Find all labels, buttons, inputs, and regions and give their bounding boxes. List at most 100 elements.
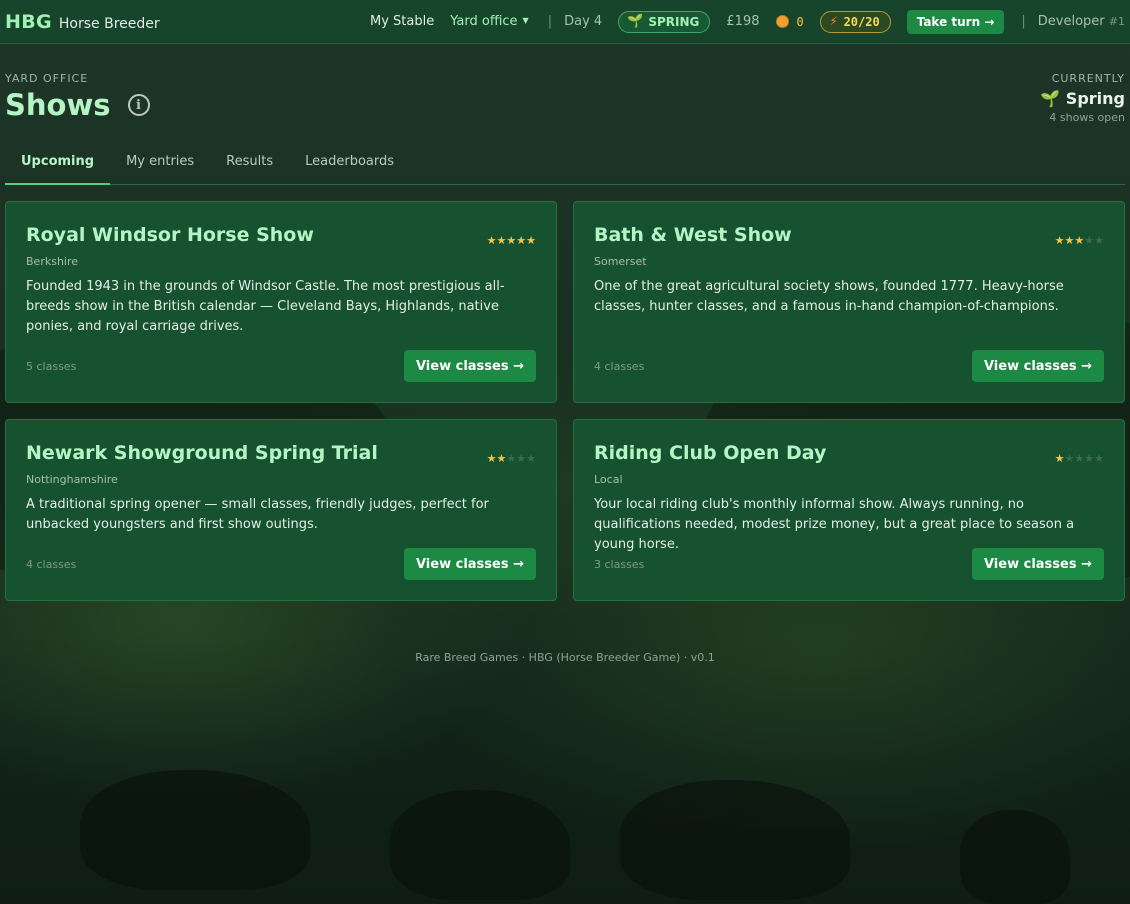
star-filled-icon: ★	[496, 234, 507, 247]
star-filled-icon: ★	[506, 234, 517, 247]
show-card: Newark Showground Spring Trial ★★★★★ Not…	[5, 419, 557, 601]
show-title: Bath & West Show	[594, 224, 792, 246]
star-filled-icon: ★	[526, 234, 536, 247]
show-card-footer: 4 classes View classes →	[594, 350, 1104, 382]
info-icon[interactable]: i	[127, 94, 150, 116]
view-classes-button[interactable]: View classes →	[403, 548, 536, 580]
star-filled-icon: ★	[1064, 234, 1075, 247]
show-region: Somerset	[594, 255, 647, 268]
star-rating: ★★★★★	[487, 452, 536, 465]
nav-separator: |	[1021, 14, 1026, 29]
view-classes-button[interactable]: View classes →	[403, 350, 536, 382]
user-menu[interactable]: Developer #1	[1038, 14, 1125, 29]
star-filled-icon: ★	[1054, 234, 1065, 247]
star-filled-icon: ★	[486, 452, 497, 465]
class-count: 3 classes	[594, 557, 645, 571]
star-empty-icon: ★	[1084, 234, 1095, 247]
tab-leaderboards[interactable]: Leaderboards	[289, 140, 410, 185]
show-card-footer: 4 classes View classes →	[26, 548, 536, 580]
sprout-icon: 🌱	[627, 14, 644, 29]
chevron-down-icon: ▼	[522, 16, 529, 25]
star-empty-icon: ★	[1084, 452, 1095, 465]
view-classes-button[interactable]: View classes →	[971, 350, 1104, 382]
nav-yard-office-label: Yard office	[450, 14, 518, 29]
star-rating: ★★★★★	[1055, 452, 1104, 465]
show-card-header: Riding Club Open Day ★★★★★	[594, 442, 1104, 465]
class-count: 5 classes	[26, 359, 77, 373]
show-card-header: Royal Windsor Horse Show ★★★★★	[26, 224, 536, 247]
brand-name[interactable]: Horse Breeder	[59, 16, 160, 32]
star-filled-icon: ★	[1054, 452, 1065, 465]
coin-icon	[775, 15, 789, 28]
show-description: Founded 1943 in the grounds of Windsor C…	[26, 279, 505, 334]
show-card-header: Newark Showground Spring Trial ★★★★★	[26, 442, 536, 465]
star-rating: ★★★★★	[487, 234, 536, 247]
breadcrumb: YARD OFFICE	[5, 72, 89, 85]
star-empty-icon: ★	[526, 452, 536, 465]
nav-yard-office[interactable]: Yard office ▼	[450, 14, 528, 29]
show-card: Royal Windsor Horse Show ★★★★★ Berkshire…	[5, 201, 557, 403]
star-empty-icon: ★	[1064, 452, 1075, 465]
take-turn-button[interactable]: Take turn →	[906, 9, 1005, 34]
tab-results[interactable]: Results	[210, 140, 289, 185]
shows-open-count: 4 shows open	[1049, 111, 1125, 124]
show-card-grid: Royal Windsor Horse Show ★★★★★ Berkshire…	[0, 185, 1130, 601]
tab-upcoming[interactable]: Upcoming	[5, 140, 111, 185]
class-count: 4 classes	[594, 359, 645, 373]
show-region: Nottinghamshire	[26, 473, 118, 486]
brand-logo[interactable]: HBG	[5, 11, 52, 33]
nav-separator: |	[547, 14, 553, 29]
lightning-icon: ⚡	[829, 14, 838, 29]
day-counter: Day 4	[564, 14, 603, 29]
current-season-name: Spring	[1065, 89, 1125, 108]
nav-my-stable[interactable]: My Stable	[370, 14, 434, 29]
star-filled-icon: ★	[516, 234, 527, 247]
energy-value: 20/20	[843, 14, 880, 29]
star-empty-icon: ★	[506, 452, 517, 465]
star-empty-icon: ★	[1094, 452, 1104, 465]
show-card-header: Bath & West Show ★★★★★	[594, 224, 1104, 247]
currently-label: CURRENTLY	[1051, 72, 1125, 85]
star-filled-icon: ★	[496, 452, 507, 465]
tab-my-entries[interactable]: My entries	[110, 140, 210, 185]
show-region: Local	[594, 473, 623, 486]
money-balance: £198	[726, 14, 760, 29]
show-description: Your local riding club's monthly informa…	[594, 497, 1075, 552]
show-card-footer: 5 classes View classes →	[26, 350, 536, 382]
page-footer: Rare Breed Games · HBG (Horse Breeder Ga…	[415, 651, 715, 664]
top-navigation-bar: HBG Horse Breeder My Stable Yard office ▼…	[0, 0, 1130, 44]
show-title: Royal Windsor Horse Show	[26, 224, 314, 246]
show-description: A traditional spring opener — small clas…	[26, 497, 489, 532]
current-season-panel: CURRENTLY 🌱 Spring 4 shows open	[1040, 72, 1125, 124]
main-content: YARD OFFICE Shows i CURRENTLY 🌱 Spring 4…	[0, 44, 1130, 664]
star-rating: ★★★★★	[1055, 234, 1104, 247]
show-card-footer: 3 classes View classes →	[594, 548, 1104, 580]
tab-bar: Upcoming My entries Results Leaderboards	[5, 140, 1125, 185]
show-card: Bath & West Show ★★★★★ Somerset One of t…	[573, 201, 1125, 403]
star-filled-icon: ★	[1074, 234, 1085, 247]
user-name: Developer	[1037, 14, 1105, 29]
page-header: YARD OFFICE Shows i CURRENTLY 🌱 Spring 4…	[0, 44, 1130, 140]
user-number: #1	[1108, 15, 1125, 28]
season-badge-label: SPRING	[648, 14, 700, 29]
view-classes-button[interactable]: View classes →	[971, 548, 1104, 580]
show-region: Berkshire	[26, 255, 79, 268]
energy-badge: ⚡ 20/20	[819, 10, 891, 33]
current-season: 🌱 Spring	[1040, 89, 1125, 108]
show-title: Newark Showground Spring Trial	[26, 442, 378, 464]
show-card: Riding Club Open Day ★★★★★ Local Your lo…	[573, 419, 1125, 601]
coin-count: 0	[796, 14, 804, 29]
nav-group: My Stable Yard office ▼ | Day 4 🌱 SPRING …	[370, 9, 1125, 34]
page-title: Shows	[5, 88, 111, 122]
sprout-icon: 🌱	[1040, 89, 1061, 108]
season-badge: 🌱 SPRING	[618, 10, 711, 33]
star-empty-icon: ★	[516, 452, 527, 465]
star-empty-icon: ★	[1094, 234, 1104, 247]
star-empty-icon: ★	[1074, 452, 1085, 465]
show-description: One of the great agricultural society sh…	[594, 279, 1064, 314]
star-filled-icon: ★	[486, 234, 497, 247]
brand[interactable]: HBG Horse Breeder	[5, 11, 160, 33]
title-row: Shows i	[5, 88, 1125, 122]
show-title: Riding Club Open Day	[594, 442, 827, 464]
class-count: 4 classes	[26, 557, 77, 571]
